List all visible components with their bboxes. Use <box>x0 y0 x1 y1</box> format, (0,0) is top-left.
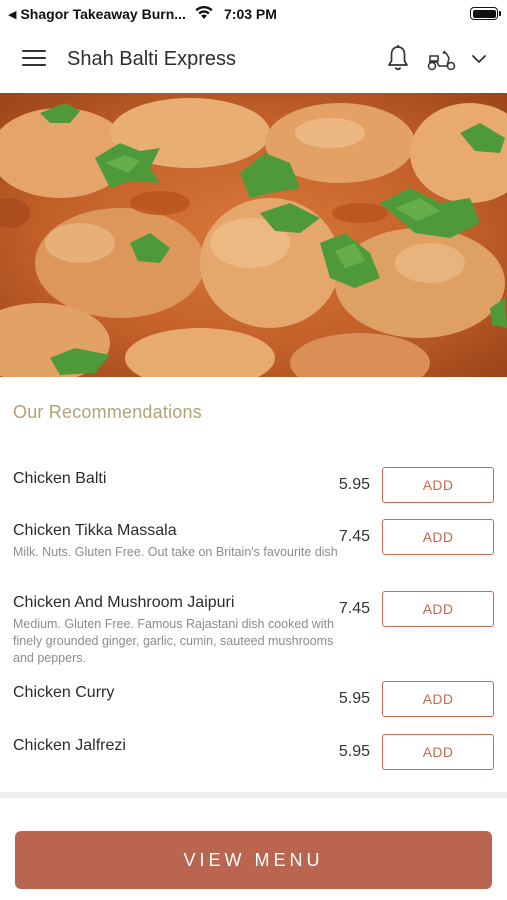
scooter-icon[interactable] <box>426 48 458 72</box>
add-button[interactable]: ADD <box>382 467 494 503</box>
back-app-label: Shagor Takeaway Burn... <box>20 6 186 22</box>
item-name: Chicken Balti <box>13 470 107 487</box>
status-bar: ◀ Shagor Takeaway Burn... 7:03 PM <box>0 0 507 28</box>
page-title: Shah Balti Express <box>67 48 236 70</box>
add-button[interactable]: ADD <box>382 519 494 555</box>
wifi-icon <box>195 5 213 19</box>
item-price: 5.95 <box>338 476 370 493</box>
item-price: 5.95 <box>338 690 370 707</box>
add-button[interactable]: ADD <box>382 681 494 717</box>
item-name: Chicken Tikka Massala <box>13 522 177 539</box>
item-name: Chicken Curry <box>13 684 115 701</box>
divider <box>0 792 507 798</box>
battery-icon <box>470 7 501 20</box>
item-price: 7.45 <box>338 528 370 545</box>
view-menu-button[interactable]: VIEW MENU <box>15 831 492 889</box>
item-price: 7.45 <box>338 600 370 617</box>
item-name: Chicken Jalfrezi <box>13 737 126 754</box>
item-name: Chicken And Mushroom Jaipuri <box>13 594 235 611</box>
item-description: Milk. Nuts. Gluten Free. Out take on Bri… <box>13 545 338 559</box>
bell-icon[interactable] <box>386 44 410 72</box>
back-to-app[interactable]: ◀ Shagor Takeaway Burn... <box>8 6 186 22</box>
recommendations-title: Our Recommendations <box>13 402 202 422</box>
item-price: 5.95 <box>338 743 370 760</box>
menu-icon[interactable] <box>22 50 46 68</box>
app-header: Shah Balti Express <box>0 30 507 90</box>
add-button[interactable]: ADD <box>382 591 494 627</box>
back-triangle-icon: ◀ <box>8 8 17 21</box>
status-time: 7:03 PM <box>224 6 277 22</box>
chevron-down-icon[interactable] <box>470 52 488 66</box>
add-button[interactable]: ADD <box>382 734 494 770</box>
item-description: Medium. Gluten Free. Famous Rajastani di… <box>13 617 334 665</box>
curry-food-photo <box>0 93 507 377</box>
